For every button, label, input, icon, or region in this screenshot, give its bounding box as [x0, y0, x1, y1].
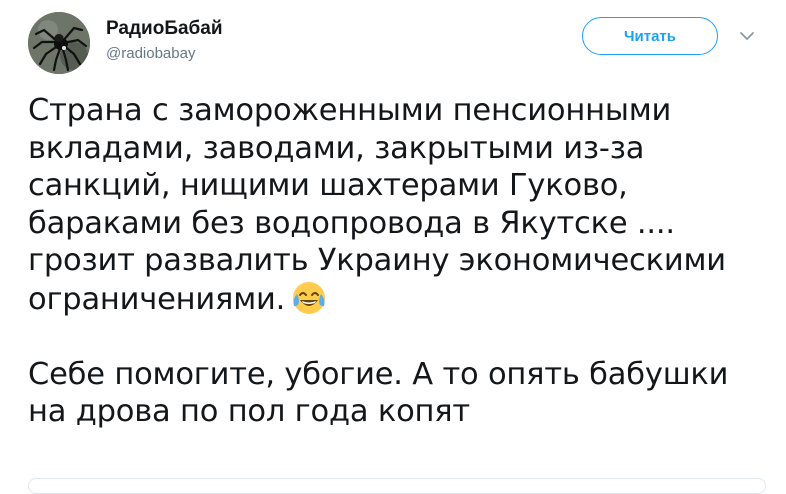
face-with-tears-of-joy-icon [291, 280, 327, 316]
author-names: РадиоБабай @radiobabay [106, 18, 223, 64]
tweet-line: на дрова по пол года копят [28, 394, 470, 429]
follow-button[interactable]: Читать [582, 17, 718, 55]
media-card-edge[interactable] [28, 478, 766, 494]
tweet-line: Себе помогите, убогие. А то опять бабушк… [28, 356, 729, 392]
tweet-line: вкладами, заводами, закрытыми из-за [28, 130, 645, 166]
author-handle[interactable]: @radiobabay [106, 44, 223, 64]
tweet-line-with-emoji: ограничениями. [28, 280, 778, 319]
avatar[interactable] [28, 12, 90, 74]
tweet-line: Страна с замороженными пенсионными [28, 93, 672, 128]
chevron-down-icon[interactable] [738, 29, 756, 43]
spider-avatar-icon [28, 12, 90, 74]
tweet-line: грозит развалить Украину экономическими [28, 243, 726, 278]
tweet-text: Страна с замороженными пенсионными вклад… [28, 92, 778, 431]
tweet-line: бараками без водопровода в Якутске .... [28, 205, 675, 241]
author-display-name[interactable]: РадиоБабай [106, 18, 223, 40]
tweet-line: ограничениями. [28, 281, 286, 317]
tweet-header: РадиоБабай @radiobabay Читать [28, 12, 768, 74]
paragraph-break [28, 318, 778, 356]
tweet-line: санкций, нищими шахтерами Гуково, [28, 168, 628, 203]
